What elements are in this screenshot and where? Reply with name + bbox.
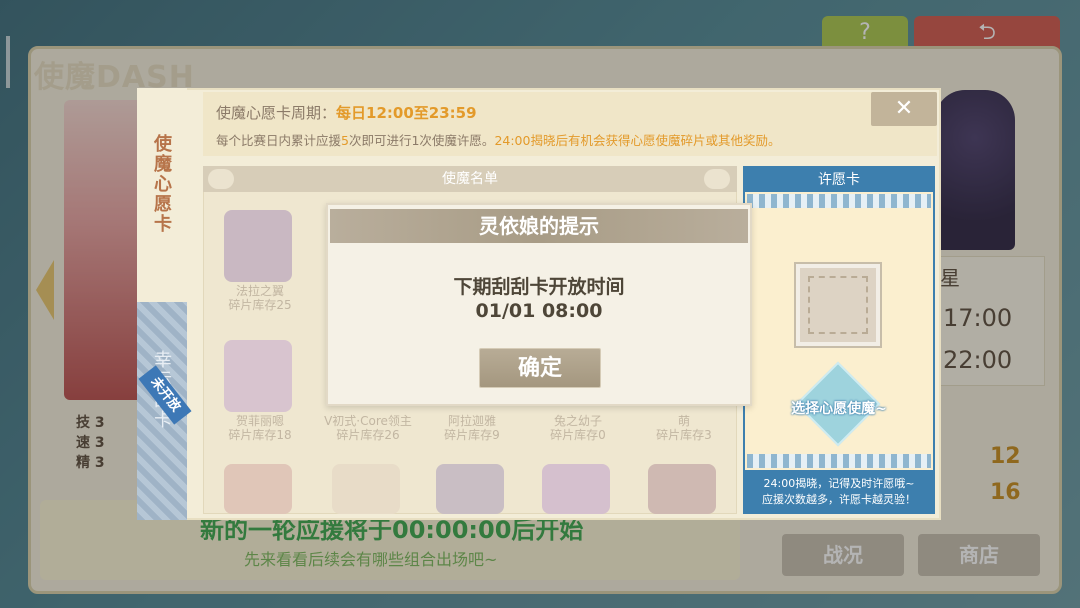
- familiar-card[interactable]: 法拉之翼 碎片库存25: [210, 204, 300, 314]
- familiar-card[interactable]: [318, 458, 408, 568]
- wish-rule-text: 每个比赛日内累计应援5次即可进行1次使魔许愿。24:00揭晓后有机会获得心愿使魔…: [216, 130, 780, 149]
- familiar-portrait: [224, 464, 292, 514]
- familiar-portrait: [648, 464, 716, 514]
- wish-rule-reward: 24:00揭晓后有机会获得心愿使魔碎片或其他奖励。: [494, 133, 781, 148]
- notice-dialog-title: 灵依娘的提示: [330, 209, 748, 243]
- wish-card-border-top: [747, 194, 931, 208]
- familiar-portrait: [436, 464, 504, 514]
- confirm-button[interactable]: 确定: [479, 348, 601, 388]
- familiar-label: 法拉之翼 碎片库存25: [228, 284, 292, 312]
- familiar-portrait: [224, 340, 292, 412]
- familiar-portrait: [332, 464, 400, 514]
- wish-rule-part2: 次即可进行1次使魔许愿。: [348, 133, 495, 148]
- wish-period-value: 每日12:00至23:59: [336, 104, 477, 122]
- wish-rule-part1: 每个比赛日内累计应援: [216, 133, 342, 148]
- familiar-label: 兔之幼子 碎片库存0: [550, 414, 606, 442]
- familiar-list-title: 使魔名单: [203, 166, 737, 192]
- familiar-card[interactable]: [634, 458, 724, 568]
- familiar-card[interactable]: [528, 458, 618, 568]
- familiar-portrait: [224, 210, 292, 282]
- wish-period-text: 使魔心愿卡周期：每日12:00至23:59: [216, 102, 477, 123]
- notice-dialog-message: 下期刮刮卡开放时间: [453, 276, 625, 298]
- familiar-label: 萌 碎片库存3: [656, 414, 712, 442]
- wish-rule-count: 5: [341, 133, 349, 148]
- notice-dialog-time: 01/01 08:00: [475, 300, 603, 322]
- familiar-label: V初式·Core领主 碎片库存26: [324, 414, 412, 442]
- wish-footer-line2: 应援次数越多，许愿卡越灵验！: [762, 493, 916, 506]
- empty-slot-icon: [808, 276, 868, 334]
- close-button[interactable]: ✕: [871, 92, 937, 126]
- tab-wish-card-label: 使魔心愿卡: [151, 134, 172, 234]
- familiar-card[interactable]: [210, 458, 300, 568]
- familiar-label: 阿拉迦雅 碎片库存9: [444, 414, 500, 442]
- select-wish-familiar-button[interactable]: 选择心愿使魔~: [764, 398, 914, 418]
- familiar-card[interactable]: [422, 458, 512, 568]
- wish-card-border-bottom: [747, 454, 931, 468]
- wish-familiar-slot[interactable]: [796, 264, 880, 346]
- wish-card-title: 许愿卡: [743, 166, 935, 192]
- familiar-portrait: [542, 464, 610, 514]
- familiar-label: 贺菲丽嗯 碎片库存18: [228, 414, 292, 442]
- paw-icon: [208, 169, 234, 189]
- familiar-card[interactable]: 贺菲丽嗯 碎片库存18: [210, 334, 300, 444]
- wish-card-footer: 24:00揭晓，记得及时许愿哦~ 应援次数越多，许愿卡越灵验！: [745, 470, 933, 514]
- tab-wish-card[interactable]: 使魔心愿卡: [137, 88, 187, 302]
- wish-footer-line1: 24:00揭晓，记得及时许愿哦~: [763, 477, 915, 490]
- wish-period-label: 使魔心愿卡周期：: [216, 104, 337, 122]
- paw-icon: [704, 169, 730, 189]
